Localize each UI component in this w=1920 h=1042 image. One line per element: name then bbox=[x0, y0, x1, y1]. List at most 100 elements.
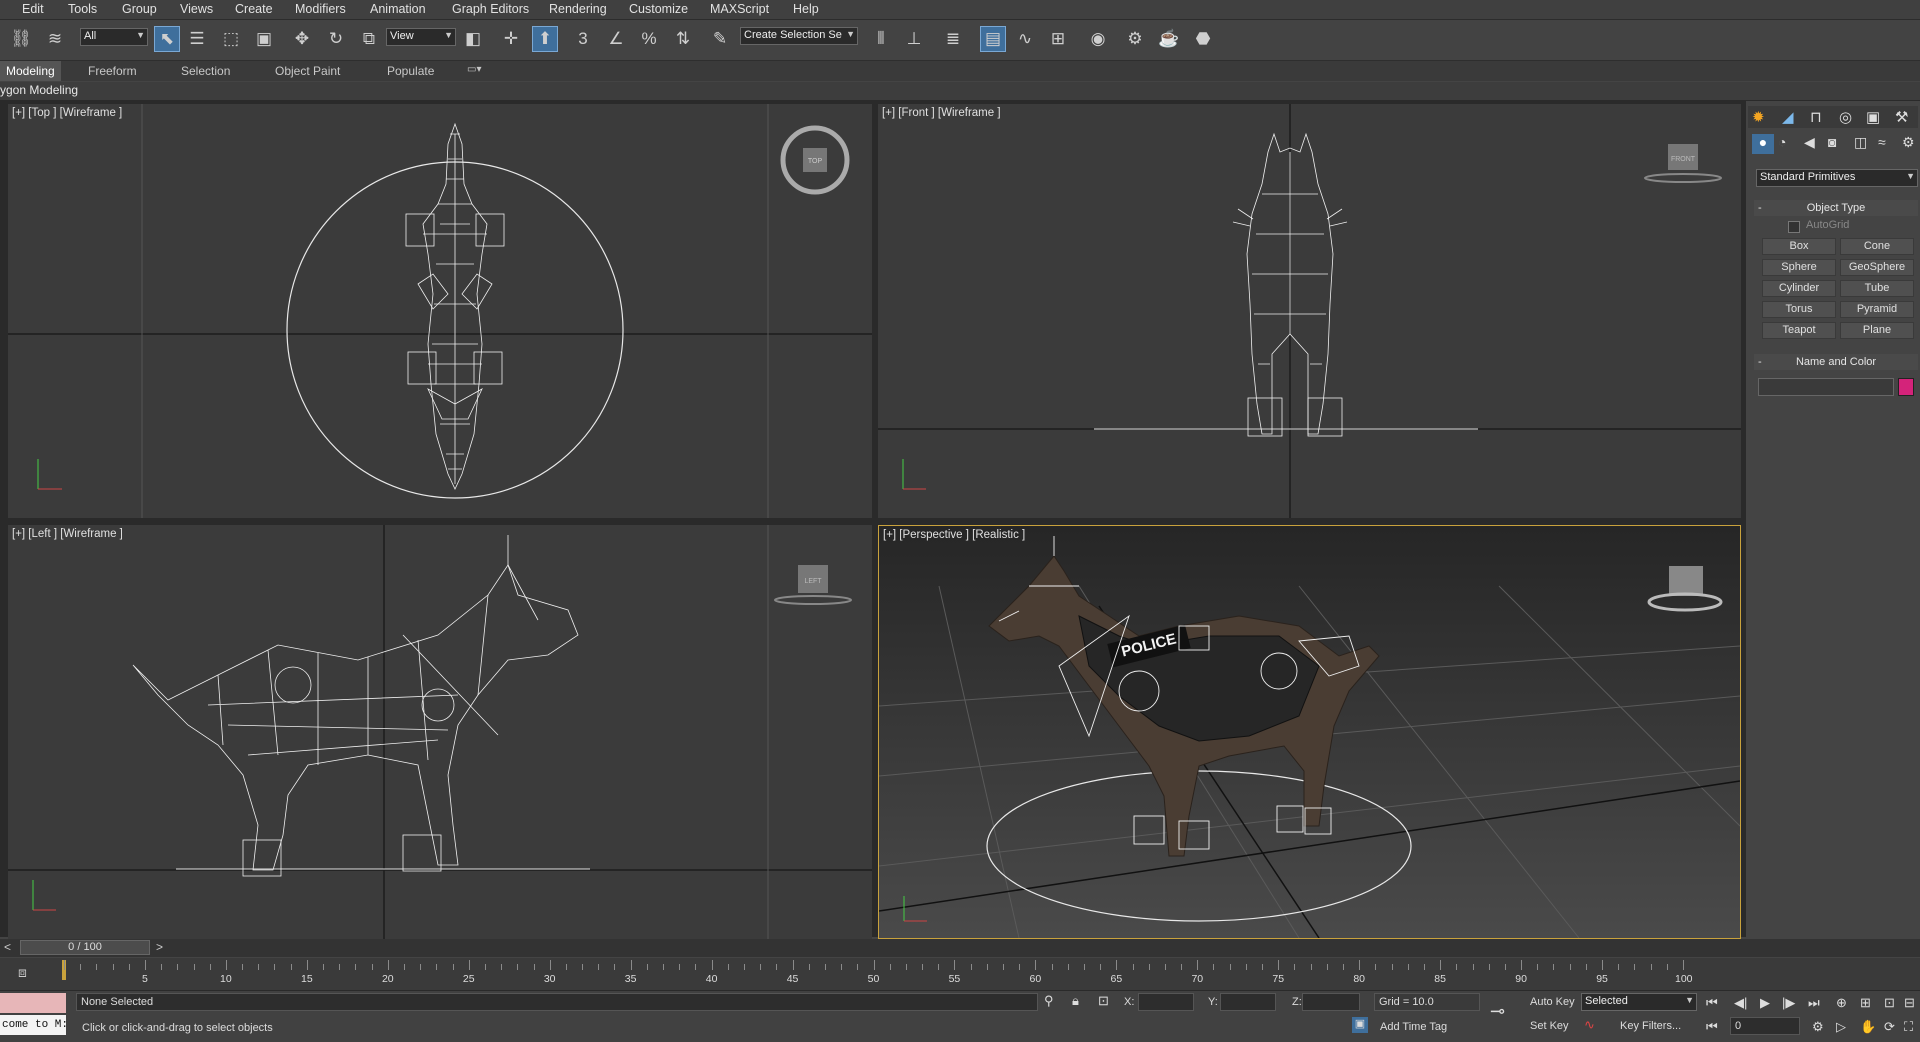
pan-view-icon[interactable]: ✋ bbox=[1860, 1019, 1876, 1035]
scene-explorer-icon[interactable]: ▤ bbox=[980, 26, 1006, 52]
menu-rendering[interactable]: Rendering bbox=[549, 2, 607, 16]
torus-button[interactable]: Torus bbox=[1762, 301, 1836, 318]
autogrid-checkbox[interactable] bbox=[1788, 221, 1800, 233]
cone-button[interactable]: Cone bbox=[1840, 238, 1914, 255]
layer-manager-icon[interactable]: ≣ bbox=[940, 26, 966, 52]
link-icon[interactable]: ⛓ bbox=[8, 26, 34, 52]
play-icon[interactable]: ▶ bbox=[1760, 995, 1770, 1011]
tab-object-paint[interactable]: Object Paint bbox=[275, 64, 340, 78]
geometry-icon[interactable]: ● bbox=[1752, 134, 1774, 154]
current-frame-field[interactable]: 0 bbox=[1730, 1017, 1800, 1035]
tab-selection[interactable]: Selection bbox=[181, 64, 230, 78]
modify-tab-icon[interactable]: ◢ bbox=[1782, 108, 1794, 126]
menu-views[interactable]: Views bbox=[180, 2, 213, 16]
tab-freeform[interactable]: Freeform bbox=[88, 64, 137, 78]
space-warps-icon[interactable]: ≈ bbox=[1878, 134, 1886, 150]
menu-create[interactable]: Create bbox=[235, 2, 273, 16]
plane-button[interactable]: Plane bbox=[1840, 322, 1914, 339]
menu-animation[interactable]: Animation bbox=[370, 2, 426, 16]
menu-help[interactable]: Help bbox=[793, 2, 819, 16]
shapes-icon[interactable]: ◔ bbox=[1778, 134, 1786, 150]
object-name-field[interactable] bbox=[1758, 378, 1894, 396]
menu-graph-editors[interactable]: Graph Editors bbox=[452, 2, 529, 16]
schematic-view-icon[interactable]: ⊞ bbox=[1045, 26, 1071, 52]
set-key-button[interactable]: Set Key bbox=[1530, 1020, 1569, 1032]
next-frame-icon[interactable]: |▶ bbox=[1782, 995, 1795, 1011]
render-setup-icon[interactable]: ⚙ bbox=[1122, 26, 1148, 52]
sphere-button[interactable]: Sphere bbox=[1762, 259, 1836, 276]
curve-editor-icon[interactable]: ∿ bbox=[1012, 26, 1038, 52]
orbit-icon[interactable]: ⟳ bbox=[1884, 1019, 1895, 1035]
bind-space-warp-icon[interactable]: ≋ bbox=[42, 26, 68, 52]
systems-icon[interactable]: ⚙ bbox=[1902, 134, 1915, 151]
create-tab-icon[interactable]: ✹ bbox=[1752, 108, 1765, 126]
go-to-start-icon[interactable]: ⏮ bbox=[1706, 995, 1718, 1011]
cylinder-button[interactable]: Cylinder bbox=[1762, 280, 1836, 297]
select-by-name-icon[interactable]: ☰ bbox=[184, 26, 210, 52]
edit-named-selection-icon[interactable]: ✎ bbox=[707, 26, 733, 52]
zoom-extents-all-icon[interactable]: ⊟ bbox=[1904, 995, 1915, 1011]
key-mode-dropdown[interactable]: Selected ▼ bbox=[1581, 993, 1697, 1011]
utilities-tab-icon[interactable]: ⚒ bbox=[1895, 108, 1908, 126]
isolate-selection-icon[interactable]: ⚲ bbox=[1044, 993, 1054, 1009]
maximize-viewport-icon[interactable]: ⛶ bbox=[1904, 1019, 1913, 1035]
rotate-icon[interactable]: ↻ bbox=[323, 26, 349, 52]
set-key-curve-icon[interactable]: ∿ bbox=[1584, 1017, 1595, 1033]
menu-tools[interactable]: Tools bbox=[68, 2, 97, 16]
key-mode-toggle-icon[interactable]: ⏮ bbox=[1706, 1019, 1718, 1035]
viewport-top[interactable]: TOP [+] [Top ] [Wireframe ] bbox=[8, 104, 872, 518]
menu-modifiers[interactable]: Modifiers bbox=[295, 2, 346, 16]
select-manipulate-icon[interactable]: ✛ bbox=[498, 26, 524, 52]
tab-modeling[interactable]: Modeling bbox=[0, 61, 61, 81]
track-bar[interactable]: ⧈ 5 10 15 20 25 30 35 40 45 50 55 60 65 70 75 80 85 90 95 1… bbox=[0, 958, 1920, 990]
zoom-extents-icon[interactable]: ⊡ bbox=[1884, 995, 1895, 1011]
key-filters-button[interactable]: Key Filters... bbox=[1620, 1020, 1681, 1032]
rectangular-region-icon[interactable]: ⬚ bbox=[218, 26, 244, 52]
time-tag-icon[interactable]: ▣ bbox=[1352, 1017, 1368, 1033]
snap-toggle-icon[interactable]: 3 bbox=[570, 26, 596, 52]
material-editor-icon[interactable]: ◉ bbox=[1085, 26, 1111, 52]
align-icon[interactable]: ⊥ bbox=[901, 26, 927, 52]
field-of-view-icon[interactable]: ▷ bbox=[1836, 1019, 1846, 1035]
percent-snap-icon[interactable]: % bbox=[636, 26, 662, 52]
motion-tab-icon[interactable]: ◎ bbox=[1839, 108, 1852, 126]
cameras-icon[interactable]: ◙ bbox=[1828, 134, 1836, 150]
helpers-icon[interactable]: ◫ bbox=[1854, 134, 1867, 151]
named-selection-sets-dropdown[interactable]: Create Selection Se ▼ bbox=[740, 27, 858, 45]
prev-frame-arrow-icon[interactable]: < bbox=[4, 940, 11, 954]
name-color-rollout-header[interactable]: - Name and Color bbox=[1754, 354, 1918, 370]
time-slider-track[interactable]: < 0 / 100 > bbox=[0, 939, 1920, 957]
scale-icon[interactable]: ⧉ bbox=[356, 26, 382, 52]
viewport-perspective[interactable]: POLICE [+] [Perspective ] [Realistic ] bbox=[878, 525, 1741, 939]
window-crossing-icon[interactable]: ▣ bbox=[251, 26, 277, 52]
viewport-front[interactable]: FRONT [+] [Front ] [Wireframe ] bbox=[878, 104, 1741, 518]
move-icon[interactable]: ✥ bbox=[289, 26, 315, 52]
selection-lock-icon[interactable]: 🔒︎ bbox=[1072, 993, 1079, 1009]
viewport-perspective-label[interactable]: [+] [Perspective ] [Realistic ] bbox=[883, 529, 1025, 541]
y-coord-field[interactable] bbox=[1220, 993, 1276, 1011]
auto-key-button[interactable]: Auto Key bbox=[1530, 996, 1575, 1008]
reference-coord-dropdown[interactable]: View ▼ bbox=[386, 28, 456, 46]
select-object-icon[interactable]: ⬉ bbox=[154, 26, 180, 52]
menu-group[interactable]: Group bbox=[122, 2, 157, 16]
key-icon[interactable]: ⊸ bbox=[1490, 1001, 1505, 1022]
maxscript-mini-listener-white[interactable]: come to M: bbox=[0, 1015, 66, 1035]
previous-frame-icon[interactable]: ◀| bbox=[1734, 995, 1747, 1011]
menu-maxscript[interactable]: MAXScript bbox=[710, 2, 769, 16]
viewport-top-label[interactable]: [+] [Top ] [Wireframe ] bbox=[12, 107, 122, 119]
maxscript-mini-listener-pink[interactable] bbox=[0, 993, 66, 1013]
teapot-button[interactable]: Teapot bbox=[1762, 322, 1836, 339]
zoom-all-icon[interactable]: ⊞ bbox=[1860, 995, 1871, 1011]
viewport-left-label[interactable]: [+] [Left ] [Wireframe ] bbox=[12, 528, 123, 540]
go-to-end-icon[interactable]: ⏭ bbox=[1808, 995, 1820, 1011]
tab-populate[interactable]: Populate bbox=[387, 64, 434, 78]
absolute-mode-icon[interactable]: ⊡ bbox=[1098, 993, 1109, 1009]
menu-customize[interactable]: Customize bbox=[629, 2, 688, 16]
selection-filter-dropdown[interactable]: All ▼ bbox=[80, 28, 148, 46]
angle-snap-icon[interactable]: ∠ bbox=[603, 26, 629, 52]
rendered-frame-window-icon[interactable]: ☕ bbox=[1156, 26, 1182, 52]
time-slider[interactable]: 0 / 100 bbox=[20, 940, 150, 955]
next-frame-arrow-icon[interactable]: > bbox=[156, 940, 163, 954]
pyramid-button[interactable]: Pyramid bbox=[1840, 301, 1914, 318]
ribbon-options-icon[interactable]: ▭▾ bbox=[467, 64, 481, 75]
